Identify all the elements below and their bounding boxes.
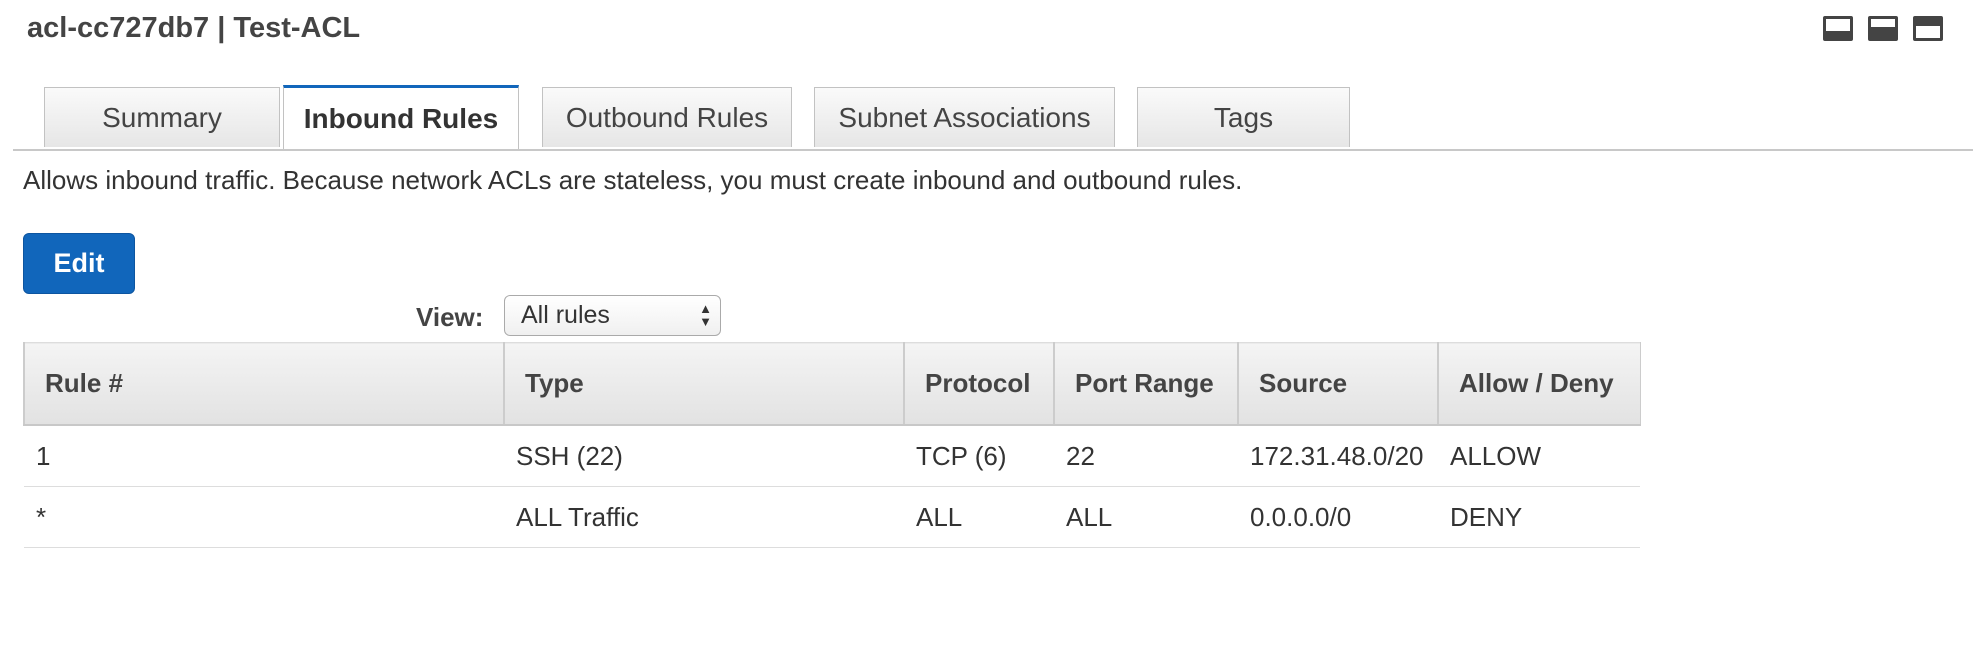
column-header-rule-number[interactable]: Rule # — [23, 342, 505, 426]
cell-port-range: 22 — [1054, 425, 1238, 487]
cell-rule-number: 1 — [24, 425, 504, 487]
cell-port-range: ALL — [1054, 486, 1238, 548]
cell-protocol: ALL — [904, 486, 1054, 548]
panel-full-icon[interactable] — [1913, 16, 1943, 41]
table-header-row: Rule # Type Protocol Port Range Source A… — [23, 342, 1641, 426]
panel-half-icon[interactable] — [1868, 16, 1898, 41]
column-header-port-range[interactable]: Port Range — [1053, 342, 1239, 426]
panel-bottom-icon[interactable] — [1823, 16, 1853, 41]
tab-subnet-associations[interactable]: Subnet Associations — [814, 87, 1115, 147]
cell-rule-number: * — [24, 486, 504, 548]
column-header-protocol[interactable]: Protocol — [903, 342, 1055, 426]
inbound-rules-table: Rule # Type Protocol Port Range Source A… — [23, 342, 1641, 548]
cell-protocol: TCP (6) — [904, 425, 1054, 487]
column-header-source[interactable]: Source — [1237, 342, 1439, 426]
cell-type: ALL Traffic — [504, 486, 904, 548]
cell-allow-deny: DENY — [1438, 486, 1640, 548]
view-mode-toolbar — [1823, 16, 1943, 41]
tab-inbound-rules[interactable]: Inbound Rules — [283, 85, 519, 149]
column-header-allow-deny[interactable]: Allow / Deny — [1437, 342, 1641, 426]
table-row[interactable]: * ALL Traffic ALL ALL 0.0.0.0/0 DENY — [24, 486, 1640, 548]
tab-tags[interactable]: Tags — [1137, 87, 1350, 147]
cell-source: 172.31.48.0/20 — [1238, 425, 1438, 487]
column-header-type[interactable]: Type — [503, 342, 905, 426]
tab-bar: Summary Inbound Rules Outbound Rules Sub… — [13, 85, 1973, 151]
select-arrows-icon: ▲ ▼ — [699, 301, 712, 329]
view-select[interactable]: All rules ▲ ▼ — [504, 295, 721, 336]
cell-source: 0.0.0.0/0 — [1238, 486, 1438, 548]
page-title: acl-cc727db7 | Test-ACL — [27, 12, 361, 44]
cell-type: SSH (22) — [504, 425, 904, 487]
cell-allow-deny: ALLOW — [1438, 425, 1640, 487]
view-select-value: All rules — [521, 301, 610, 329]
table-row[interactable]: 1 SSH (22) TCP (6) 22 172.31.48.0/20 ALL… — [24, 425, 1640, 487]
view-label: View: — [416, 302, 484, 332]
tab-summary[interactable]: Summary — [44, 87, 280, 147]
edit-button[interactable]: Edit — [23, 233, 135, 294]
tab-description: Allows inbound traffic. Because network … — [23, 165, 1243, 195]
tab-outbound-rules[interactable]: Outbound Rules — [542, 87, 792, 147]
